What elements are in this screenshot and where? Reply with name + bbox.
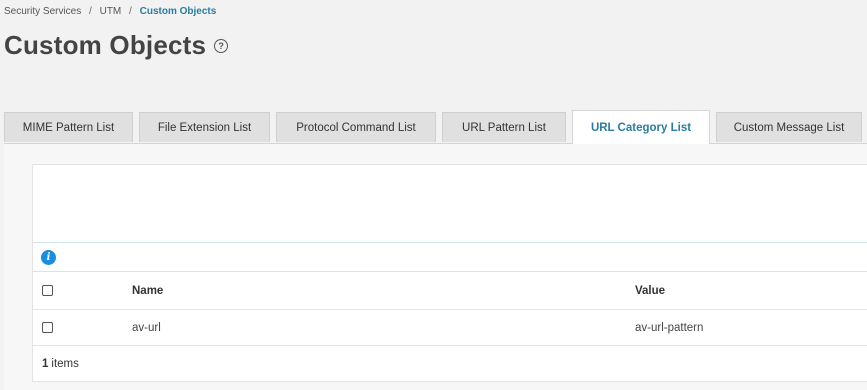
tab-bar: MIME Pattern List File Extension List Pr…	[4, 110, 867, 144]
tab-mime-pattern-list[interactable]: MIME Pattern List	[4, 112, 133, 142]
tab-custom-message-list[interactable]: Custom Message List	[716, 112, 862, 142]
column-header-value[interactable]: Value	[635, 285, 867, 297]
tab-protocol-command-list[interactable]: Protocol Command List	[276, 112, 436, 142]
info-row: i	[33, 243, 867, 272]
row-select-cell	[33, 322, 132, 333]
tab-url-pattern-list[interactable]: URL Pattern List	[442, 112, 566, 142]
select-all-checkbox[interactable]	[42, 285, 53, 296]
grid-footer: 1 items	[33, 346, 867, 382]
tab-panel: i Name Value av-url av-url-pattern 1 ite…	[4, 143, 867, 390]
table-row[interactable]: av-url av-url-pattern	[33, 310, 867, 346]
grid-toolbar	[33, 165, 867, 243]
row-value: av-url-pattern	[635, 321, 704, 334]
column-header-name[interactable]: Name	[132, 285, 635, 297]
breadcrumb-utm[interactable]: UTM	[100, 6, 122, 17]
row-checkbox[interactable]	[42, 322, 53, 333]
breadcrumb-separator: /	[129, 6, 132, 17]
row-name: av-url	[132, 321, 161, 334]
help-icon[interactable]: ?	[214, 38, 229, 53]
breadcrumb-separator: /	[89, 6, 92, 17]
table-header: Name Value	[33, 272, 867, 310]
page-title: Custom Objects	[4, 30, 207, 60]
breadcrumb-security-services[interactable]: Security Services	[4, 6, 81, 17]
title-row: Custom Objects ?	[4, 30, 229, 61]
data-grid: i Name Value av-url av-url-pattern 1 ite…	[32, 164, 867, 382]
item-count-label: items	[51, 358, 79, 370]
tab-url-category-list[interactable]: URL Category List	[572, 110, 710, 144]
tab-file-extension-list[interactable]: File Extension List	[139, 112, 270, 142]
item-count: 1	[42, 358, 49, 370]
header-select-cell	[33, 285, 132, 296]
breadcrumb-current: Custom Objects	[139, 6, 217, 17]
breadcrumb: Security Services / UTM / Custom Objects	[4, 6, 216, 17]
info-icon[interactable]: i	[41, 249, 56, 265]
